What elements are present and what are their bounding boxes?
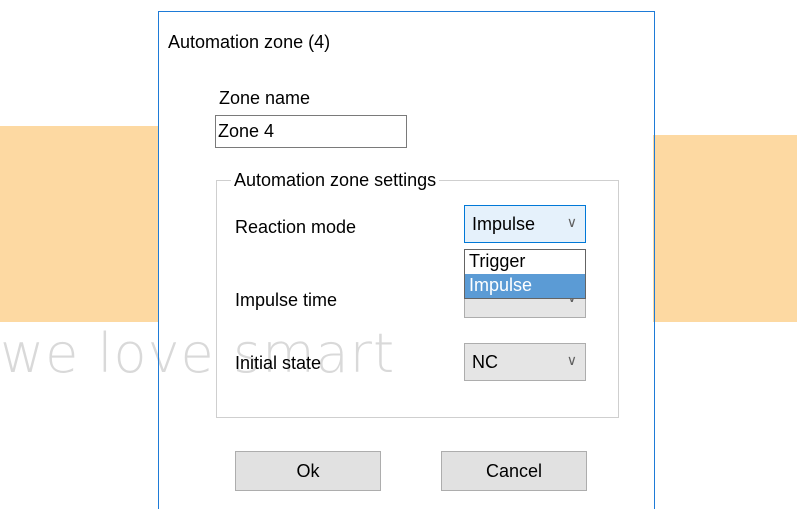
watermark-shape: [0, 126, 158, 322]
reaction-mode-value: Impulse: [472, 214, 536, 234]
zone-name-input[interactable]: Zone 4: [215, 115, 407, 148]
automation-zone-dialog: Automation zone (4) Zone name Zone 4 Aut…: [158, 11, 655, 509]
title-bar: Automation zone (4): [159, 12, 654, 59]
reaction-mode-dropdown-list: Trigger Impulse: [464, 249, 586, 299]
initial-state-value: NC: [472, 352, 498, 372]
dropdown-option-trigger[interactable]: Trigger: [465, 250, 585, 274]
dropdown-option-impulse[interactable]: Impulse: [465, 274, 585, 298]
cancel-button-label: Cancel: [485, 460, 543, 481]
reaction-mode-select[interactable]: Impulse ∨: [464, 205, 586, 243]
group-title: Automation zone settings: [231, 170, 440, 191]
watermark-shape: [653, 135, 797, 322]
cancel-button[interactable]: Cancel: [441, 451, 587, 491]
reaction-mode-label: Reaction mode: [235, 217, 357, 237]
dialog-title: Automation zone (4): [168, 32, 331, 52]
ok-button[interactable]: Ok: [235, 451, 381, 491]
impulse-time-label: Impulse time: [235, 290, 338, 310]
initial-state-select[interactable]: NC ∨: [464, 343, 586, 381]
zone-name-value: Zone 4: [218, 121, 275, 141]
chevron-down-icon: ∨: [566, 214, 577, 230]
zone-name-label: Zone name: [219, 88, 311, 108]
ok-button-label: Ok: [296, 460, 320, 481]
initial-state-label: Initial state: [235, 353, 322, 373]
chevron-down-icon: ∨: [566, 352, 577, 368]
